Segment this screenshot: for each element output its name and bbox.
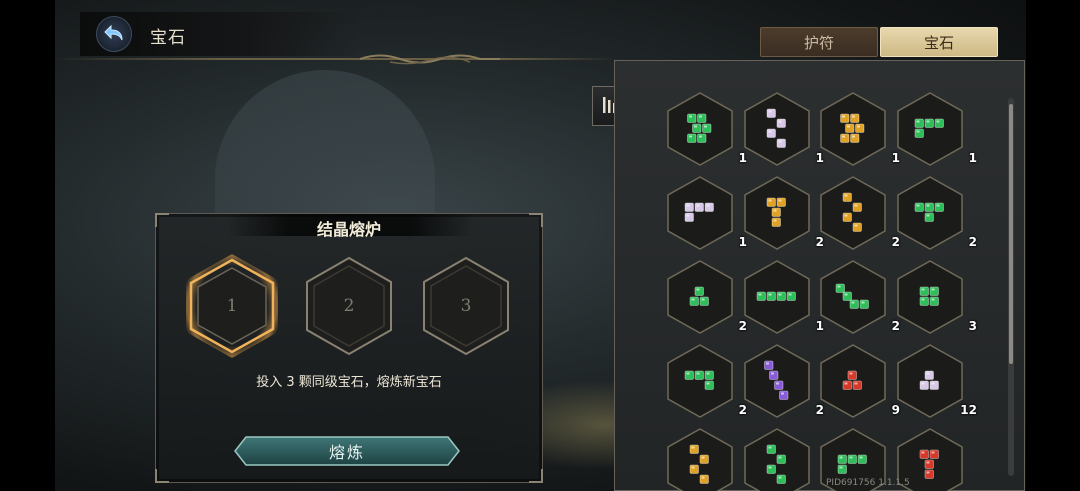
page-title: 宝石	[150, 28, 186, 48]
tab-amulet[interactable]: 护符	[760, 27, 878, 57]
gem-slot[interactable]	[742, 427, 818, 491]
gem-slot[interactable]: 1	[742, 91, 824, 167]
gold-gem-icon	[840, 113, 865, 143]
gem-slot[interactable]: 1	[665, 91, 747, 167]
gem-count: 3	[968, 319, 977, 333]
green-gem-icon	[687, 113, 712, 143]
lavender-gem-icon	[766, 108, 786, 148]
slot-number: 1	[226, 296, 238, 316]
slot-number: 2	[343, 296, 355, 316]
lavender-gem-icon	[684, 202, 714, 222]
furnace-slot-2[interactable]: 2	[301, 254, 397, 358]
tab-gem[interactable]: 宝石	[880, 27, 998, 57]
gem-count: 2	[968, 235, 977, 249]
gold-gem-icon	[766, 197, 786, 227]
smelt-button[interactable]: 熔炼	[234, 436, 460, 466]
back-arrow-icon	[104, 24, 123, 41]
furnace-title: 结晶熔炉	[316, 220, 381, 239]
gem-slot[interactable]: 1	[742, 259, 824, 335]
gold-gem-icon	[689, 444, 709, 484]
crystal-furnace-panel: 结晶熔炉 1 2 3 投入 3 颗同级宝石，熔炼新宝石 熔炼	[155, 213, 543, 483]
green-gem-icon	[914, 202, 944, 222]
gem-slot[interactable]: 1	[895, 91, 977, 167]
furnace-slot-3[interactable]: 3	[418, 254, 514, 358]
inventory-scroll-thumb[interactable]	[1009, 104, 1013, 364]
furnace-hint: 投入 3 颗同级宝石，熔炼新宝石	[256, 375, 442, 390]
slot-number: 3	[460, 296, 472, 316]
header-divider	[55, 58, 615, 60]
smelt-button-label: 熔炼	[328, 443, 365, 462]
gem-count: 1	[968, 151, 977, 165]
green-gem-icon	[914, 118, 944, 138]
green-gem-icon	[919, 286, 939, 306]
panel-corner	[529, 469, 543, 483]
green-gem-icon	[756, 291, 796, 301]
purple-gem-icon	[764, 360, 789, 400]
red-gem-icon	[842, 370, 862, 390]
build-info: PID691756 1.1.1.5	[826, 478, 910, 488]
green-gem-icon	[684, 370, 714, 390]
gem-slot[interactable]	[665, 427, 741, 491]
gem-slot[interactable]: 9	[818, 343, 900, 419]
green-gem-icon	[689, 286, 709, 306]
green-gem-icon	[835, 283, 869, 309]
gem-slot[interactable]: 2	[818, 259, 900, 335]
gem-slot[interactable]: 2	[665, 259, 747, 335]
green-gem-icon	[766, 444, 786, 484]
gem-count: 12	[960, 403, 977, 417]
gem-slot[interactable]: 3	[895, 259, 977, 335]
gold-gem-icon	[842, 192, 862, 232]
gem-slot[interactable]: 1	[818, 91, 900, 167]
lavender-gem-icon	[919, 370, 939, 390]
back-button[interactable]	[96, 16, 132, 52]
panel-corner	[155, 469, 169, 483]
gem-slot[interactable]: 2	[818, 175, 900, 251]
gem-slot[interactable]: 2	[742, 175, 824, 251]
gem-slot[interactable]: 1	[665, 175, 747, 251]
furnace-slot-1[interactable]: 1	[184, 254, 280, 358]
gem-slot[interactable]: 2	[742, 343, 824, 419]
gem-slot[interactable]: 12	[895, 343, 977, 419]
divider-ornament	[360, 54, 500, 65]
gem-slot[interactable]: 2	[895, 175, 977, 251]
gem-slot[interactable]: 2	[665, 343, 747, 419]
